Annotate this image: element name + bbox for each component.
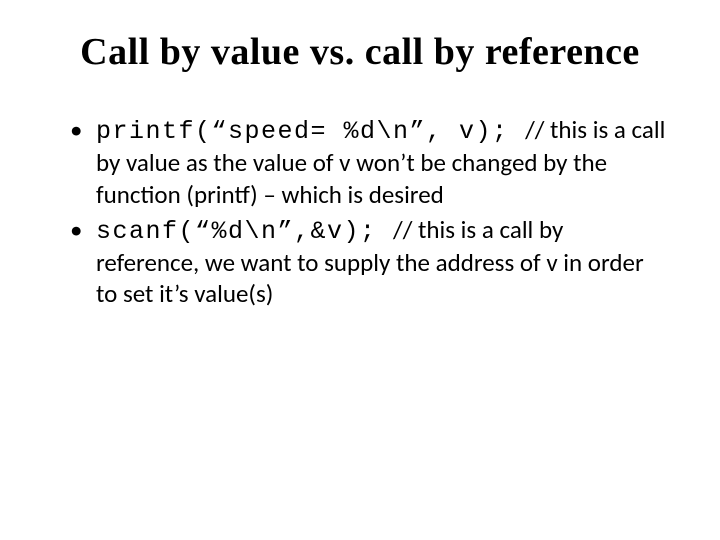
slide-title: Call by value vs. call by reference bbox=[50, 30, 670, 74]
code-snippet: scanf(“%d\n”,&v); bbox=[96, 217, 393, 246]
slide: Call by value vs. call by reference prin… bbox=[0, 0, 720, 540]
list-item: scanf(“%d\n”,&v); // this is a call by r… bbox=[70, 214, 670, 310]
code-snippet: printf(“speed= %d\n”, v); bbox=[96, 117, 525, 146]
bullet-list: printf(“speed= %d\n”, v); // this is a c… bbox=[70, 114, 670, 310]
list-item: printf(“speed= %d\n”, v); // this is a c… bbox=[70, 114, 670, 210]
